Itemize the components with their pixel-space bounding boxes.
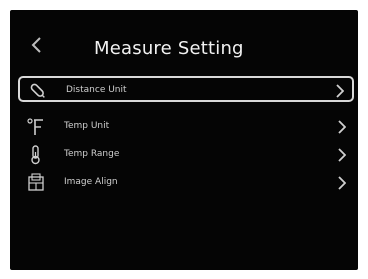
page-title: Measure Setting xyxy=(94,38,244,59)
chevron-right-icon xyxy=(338,176,346,190)
back-arrow-icon[interactable] xyxy=(30,36,44,54)
thermometer-icon xyxy=(31,145,40,165)
menu-item-temp-range[interactable]: Temp Range xyxy=(18,142,354,168)
chevron-right-icon xyxy=(336,84,344,98)
menu-item-temp-unit[interactable]: Temp Unit xyxy=(18,114,354,140)
menu-item-distance-unit[interactable]: Distance Unit xyxy=(18,76,354,102)
menu-item-label: Temp Range xyxy=(64,149,120,159)
menu-item-label: Temp Unit xyxy=(64,121,110,131)
temperature-unit-icon xyxy=(27,118,43,135)
measure-setting-screen: Measure Setting Distance Unit Temp Unit xyxy=(10,10,358,270)
pencil-icon xyxy=(30,83,45,98)
menu-item-label: Image Align xyxy=(64,177,118,187)
menu-item-image-align[interactable]: Image Align xyxy=(18,170,354,196)
image-align-icon xyxy=(28,173,44,191)
chevron-right-icon xyxy=(338,148,346,162)
chevron-right-icon xyxy=(338,120,346,134)
menu-item-label: Distance Unit xyxy=(66,85,127,95)
